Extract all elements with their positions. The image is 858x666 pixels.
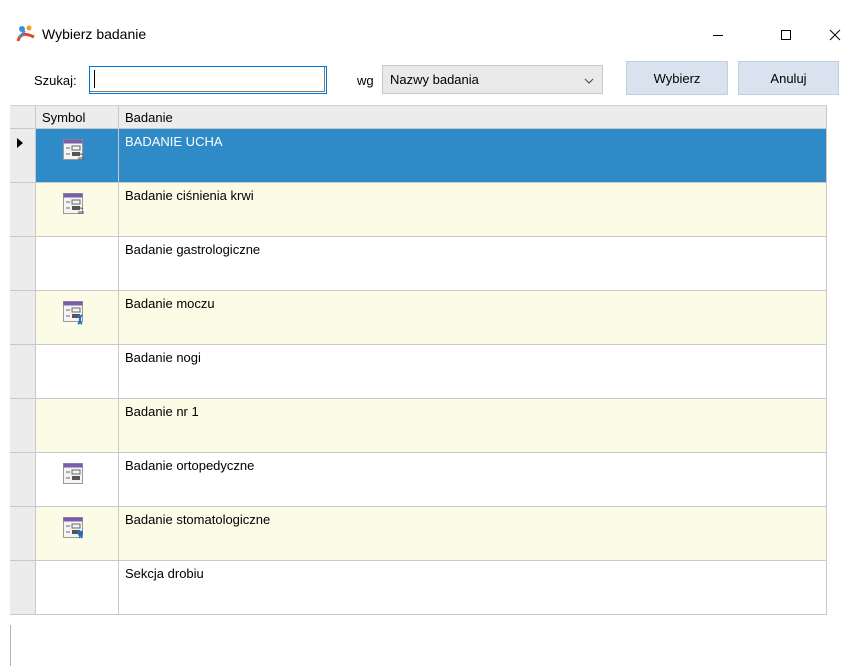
table-row[interactable]: Badanie moczu xyxy=(10,291,827,345)
exam-name-cell[interactable]: Badanie nr 1 xyxy=(119,399,827,452)
row-indicator-header xyxy=(10,106,36,129)
exam-ear-icon xyxy=(63,139,85,166)
search-label: Szukaj: xyxy=(34,73,77,88)
symbol-cell[interactable] xyxy=(36,561,119,614)
grid-header: Symbol Badanie xyxy=(10,105,827,129)
toolbar: Szukaj: wg Nazwy badania Wybierz Anuluj xyxy=(0,58,858,102)
exam-name-cell[interactable]: Badanie stomatologiczne xyxy=(119,507,827,560)
grid-left-border xyxy=(10,625,11,666)
close-button[interactable] xyxy=(812,18,858,52)
table-row[interactable]: BADANIE UCHA xyxy=(10,129,827,183)
table-row[interactable]: Badanie nr 1 xyxy=(10,399,827,453)
row-indicator[interactable] xyxy=(10,561,36,614)
symbol-cell[interactable] xyxy=(36,507,119,560)
symbol-cell[interactable] xyxy=(36,129,119,182)
column-header-badanie[interactable]: Badanie xyxy=(119,106,827,129)
minimize-button[interactable] xyxy=(695,18,741,52)
exam-dna-icon xyxy=(63,301,85,328)
exam-name-cell[interactable]: Badanie ciśnienia krwi xyxy=(119,183,827,236)
sort-by-selected-value: Nazwy badania xyxy=(390,72,479,87)
symbol-cell[interactable] xyxy=(36,399,119,452)
exam-tooth-icon xyxy=(63,517,85,544)
chevron-down-icon xyxy=(584,74,594,89)
symbol-cell[interactable] xyxy=(36,345,119,398)
minimize-icon xyxy=(713,35,723,36)
row-indicator[interactable] xyxy=(10,507,36,560)
exam-name-cell[interactable]: Badanie ortopedyczne xyxy=(119,453,827,506)
row-indicator[interactable] xyxy=(10,129,36,182)
dialog-window: Wybierz badanie Szukaj: wg Nazwy badania… xyxy=(0,0,858,666)
cancel-button[interactable]: Anuluj xyxy=(738,61,839,95)
column-header-symbol[interactable]: Symbol xyxy=(36,106,119,129)
symbol-cell[interactable] xyxy=(36,291,119,344)
app-logo-icon xyxy=(16,25,36,43)
exams-grid: Symbol Badanie BADANIE UCHA Badanie ciśni… xyxy=(10,105,827,625)
symbol-cell[interactable] xyxy=(36,453,119,506)
exam-name-cell[interactable]: Badanie moczu xyxy=(119,291,827,344)
symbol-cell[interactable] xyxy=(36,237,119,290)
table-row[interactable]: Badanie stomatologiczne xyxy=(10,507,827,561)
exam-name-cell[interactable]: Badanie nogi xyxy=(119,345,827,398)
table-row[interactable]: Badanie ortopedyczne xyxy=(10,453,827,507)
row-indicator[interactable] xyxy=(10,291,36,344)
close-icon xyxy=(829,29,841,41)
window-title: Wybierz badanie xyxy=(42,26,147,42)
text-caret xyxy=(94,70,95,88)
title-bar[interactable]: Wybierz badanie xyxy=(0,18,858,52)
exam-plain-icon xyxy=(63,463,85,490)
exam-ear-icon xyxy=(63,193,85,220)
sort-by-label: wg xyxy=(357,73,374,88)
search-input[interactable] xyxy=(89,66,325,92)
row-indicator[interactable] xyxy=(10,237,36,290)
row-indicator[interactable] xyxy=(10,453,36,506)
row-indicator[interactable] xyxy=(10,183,36,236)
exam-name-cell[interactable]: Sekcja drobiu xyxy=(119,561,827,614)
table-row[interactable]: Badanie nogi xyxy=(10,345,827,399)
symbol-cell[interactable] xyxy=(36,183,119,236)
table-row[interactable]: Sekcja drobiu xyxy=(10,561,827,615)
exam-name-cell[interactable]: BADANIE UCHA xyxy=(119,129,827,182)
table-row[interactable]: Badanie ciśnienia krwi xyxy=(10,183,827,237)
exam-name-cell[interactable]: Badanie gastrologiczne xyxy=(119,237,827,290)
current-row-pointer-icon xyxy=(16,137,24,152)
maximize-icon xyxy=(781,30,791,40)
table-row[interactable]: Badanie gastrologiczne xyxy=(10,237,827,291)
select-button[interactable]: Wybierz xyxy=(626,61,728,95)
sort-by-select[interactable]: Nazwy badania xyxy=(382,65,603,94)
row-indicator[interactable] xyxy=(10,399,36,452)
row-indicator[interactable] xyxy=(10,345,36,398)
maximize-button[interactable] xyxy=(763,18,809,52)
